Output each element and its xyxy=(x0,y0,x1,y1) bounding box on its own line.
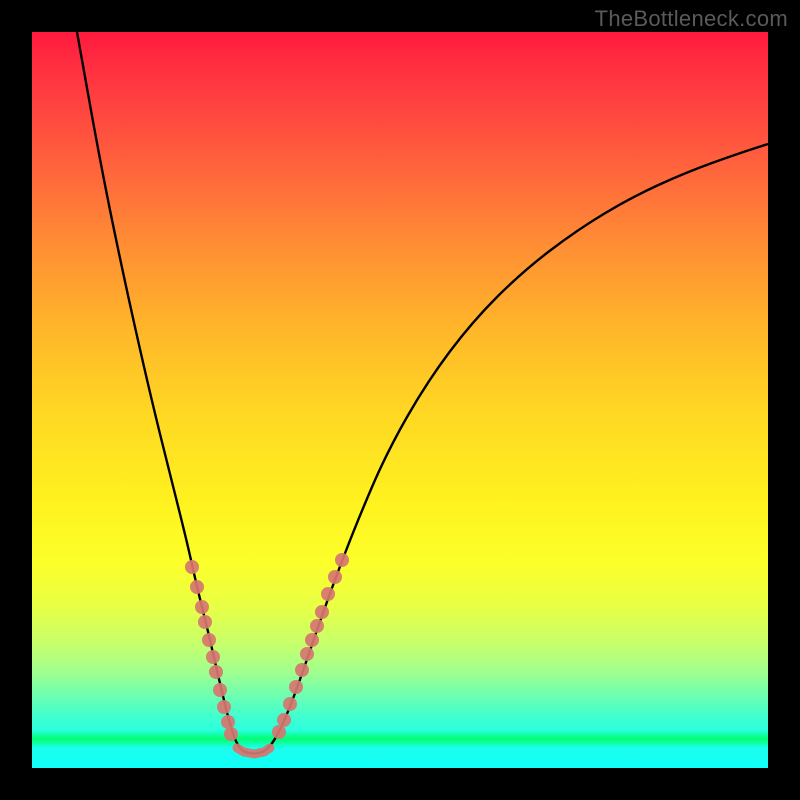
dots-right-group xyxy=(272,553,349,739)
data-point-dot xyxy=(206,650,220,664)
data-point-dot xyxy=(198,615,212,629)
data-point-dot xyxy=(272,725,286,739)
bottom-cluster xyxy=(237,748,270,754)
data-point-dot xyxy=(217,700,231,714)
data-point-dot xyxy=(328,570,342,584)
data-point-dot xyxy=(321,587,335,601)
data-point-dot xyxy=(190,580,204,594)
bottleneck-curve xyxy=(77,32,768,754)
data-point-dot xyxy=(335,553,349,567)
plot-gradient-background xyxy=(32,32,768,768)
data-point-dot xyxy=(202,633,216,647)
data-point-dot xyxy=(283,697,297,711)
chart-svg xyxy=(32,32,768,768)
watermark-text: TheBottleneck.com xyxy=(595,6,788,32)
dots-left-group xyxy=(185,560,238,741)
data-point-dot xyxy=(315,605,329,619)
data-point-dot xyxy=(305,633,319,647)
data-point-dot xyxy=(300,647,314,661)
data-point-dot xyxy=(295,663,309,677)
data-point-dot xyxy=(213,683,227,697)
data-point-dot xyxy=(310,619,324,633)
data-point-dot xyxy=(277,713,291,727)
data-point-dot xyxy=(289,680,303,694)
data-point-dot xyxy=(209,665,223,679)
data-point-dot xyxy=(224,727,238,741)
data-point-dot xyxy=(185,560,199,574)
data-point-dot xyxy=(195,600,209,614)
data-point-dot xyxy=(221,715,235,729)
